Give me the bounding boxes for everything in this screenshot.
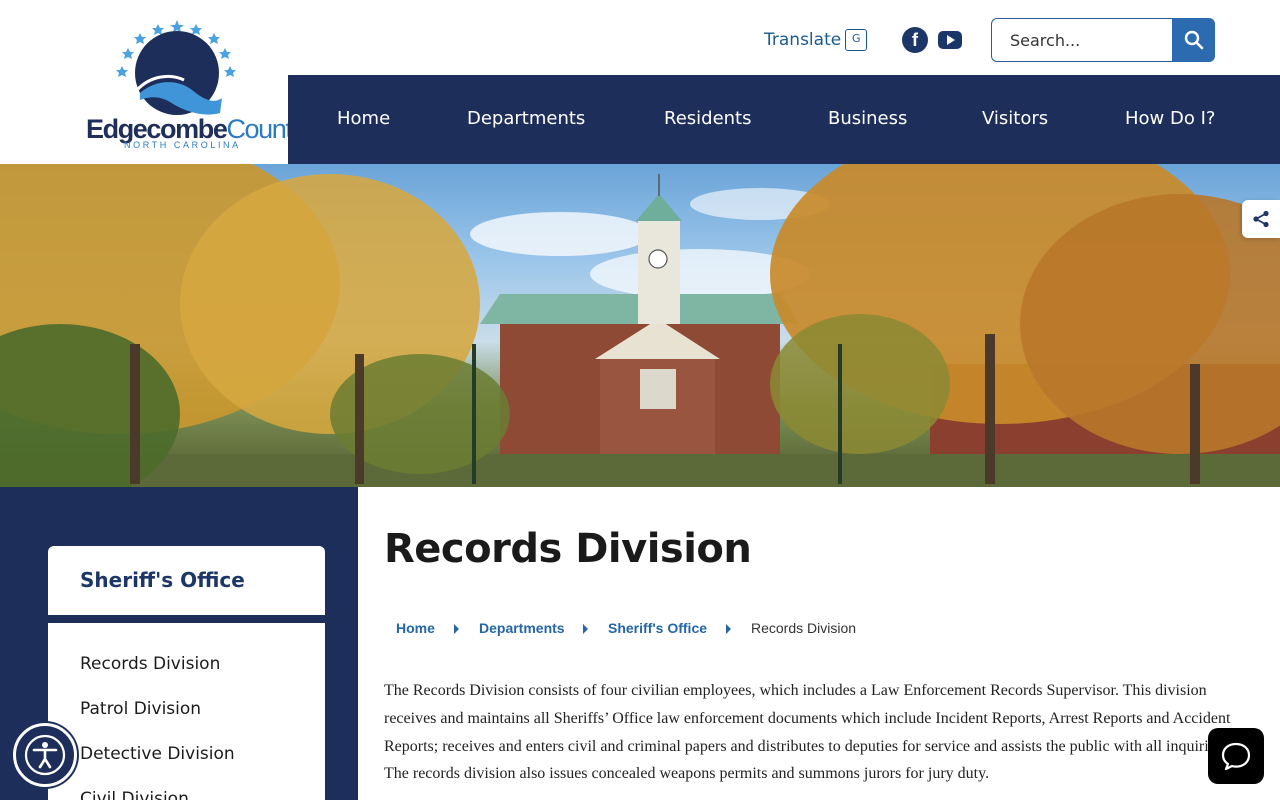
breadcrumb-separator-icon xyxy=(454,624,459,634)
chat-bubble-icon xyxy=(1221,742,1251,771)
main-nav: Home Departments Residents Business Visi… xyxy=(288,75,1280,164)
search-input[interactable] xyxy=(991,18,1172,62)
breadcrumb-sheriffs-office[interactable]: Sheriff's Office xyxy=(608,620,707,636)
sidebar-item-patrol-division[interactable]: Patrol Division xyxy=(80,699,201,719)
sidebar-list: Records Division Patrol Division Detecti… xyxy=(48,623,325,800)
accessibility-button[interactable] xyxy=(13,723,77,787)
nav-item-how-do-i[interactable]: How Do I? xyxy=(1125,108,1215,129)
translate-link[interactable]: Translate G xyxy=(764,18,868,62)
sidebar-item-records-division[interactable]: Records Division xyxy=(80,654,220,674)
county-logo[interactable]: EdgecombeCounty NORTH CAROLINA xyxy=(82,18,305,153)
nav-item-business[interactable]: Business xyxy=(828,108,907,129)
breadcrumb-home[interactable]: Home xyxy=(396,620,435,636)
share-icon xyxy=(1253,210,1269,228)
courthouse-photo xyxy=(0,164,1280,487)
logo-subtitle: NORTH CAROLINA xyxy=(124,140,241,150)
accessibility-icon xyxy=(24,734,66,776)
share-button[interactable] xyxy=(1242,200,1280,238)
sidebar-item-civil-division[interactable]: Civil Division xyxy=(80,789,189,800)
social-links: f xyxy=(902,18,962,62)
translate-label: Translate xyxy=(764,30,842,50)
nav-item-residents[interactable]: Residents xyxy=(664,108,752,129)
body-paragraph: The Records Division consists of four ci… xyxy=(384,682,1231,783)
hero-banner-image xyxy=(0,164,1280,487)
breadcrumb-separator-icon xyxy=(726,624,731,634)
sidebar-item-detective-division[interactable]: Detective Division xyxy=(80,744,235,764)
search-icon xyxy=(1184,30,1203,50)
logo-emblem-icon xyxy=(116,20,236,115)
breadcrumb-separator-icon xyxy=(583,624,588,634)
youtube-icon[interactable] xyxy=(938,31,962,49)
nav-item-departments[interactable]: Departments xyxy=(467,108,585,129)
page-title: Records Division xyxy=(384,526,752,572)
breadcrumb-current: Records Division xyxy=(751,620,857,636)
search-form xyxy=(991,18,1215,62)
sidebar-header: Sheriff's Office xyxy=(48,546,325,615)
translate-icon: G xyxy=(845,29,868,51)
search-button[interactable] xyxy=(1172,18,1215,62)
facebook-icon[interactable]: f xyxy=(902,27,928,53)
chat-button[interactable] xyxy=(1208,728,1264,784)
sidebar-title[interactable]: Sheriff's Office xyxy=(80,568,245,592)
breadcrumb-departments[interactable]: Departments xyxy=(479,620,565,636)
nav-item-visitors[interactable]: Visitors xyxy=(982,108,1048,129)
nav-item-home[interactable]: Home xyxy=(337,108,390,129)
